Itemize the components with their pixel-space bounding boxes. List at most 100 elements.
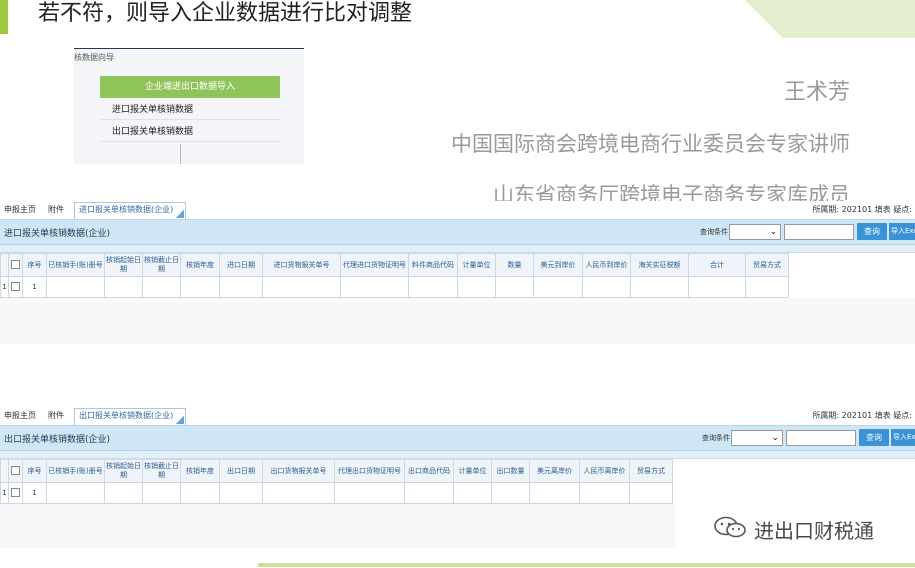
col-header: 序号	[22, 253, 47, 277]
table-cell[interactable]	[457, 276, 496, 298]
wizard-title: 核数据向导	[74, 53, 114, 62]
query-input[interactable]	[784, 224, 854, 240]
col-header: 核销截止日期	[142, 253, 181, 277]
row-checkbox[interactable]	[8, 276, 23, 298]
col-header: 序号	[22, 459, 47, 483]
table-cell[interactable]	[340, 276, 409, 298]
table-cell[interactable]	[219, 482, 263, 504]
col-header: 核销年度	[180, 459, 220, 483]
wizard-top-border	[74, 48, 304, 49]
slide-corner-decoration	[745, 0, 915, 38]
table-cell[interactable]	[533, 276, 583, 298]
table-cell[interactable]	[582, 276, 631, 298]
import-excel-button[interactable]: 导入Excel	[891, 429, 915, 446]
table-cell[interactable]	[262, 276, 341, 298]
tab-label: 进口报关单核销数据(企业)	[79, 205, 174, 214]
wizard-connector-line	[180, 144, 181, 164]
slide-accent-bar	[0, 0, 8, 34]
tab-home[interactable]: 申报主页	[4, 410, 36, 421]
table-row[interactable]: 1 1	[0, 276, 789, 298]
import-tabbar: 申报主页 附件 进口报关单核销数据(企业) 所属期: 202101 填表 疑点:	[0, 201, 915, 220]
subheader-bar	[0, 245, 915, 253]
export-toolbar: 出口报关单核销数据(企业) 查询条件 ⌄ 查询 导入Excel	[0, 426, 915, 451]
query-condition-label: 查询条件	[702, 434, 730, 442]
wizard-item-import-customs[interactable]: 进口报关单核销数据	[100, 100, 280, 120]
cell-seq[interactable]: 1	[22, 276, 47, 298]
table-cell[interactable]	[142, 482, 181, 504]
col-header: 出口日期	[219, 459, 263, 483]
period-label: 所属期: 202101 填表 疑点:	[812, 411, 912, 420]
table-cell[interactable]	[630, 276, 689, 298]
col-header: 核销起始日期	[104, 253, 143, 277]
query-button[interactable]: 查询	[857, 223, 887, 240]
col-header: 核销起始日期	[104, 459, 143, 483]
slide-title: 若不符，则导入企业数据进行比对调整	[38, 1, 413, 26]
table-cell[interactable]	[491, 482, 530, 504]
row-checkbox[interactable]	[8, 482, 23, 504]
table-cell[interactable]	[453, 482, 492, 504]
tab-attachment[interactable]: 附件	[48, 204, 64, 215]
table-cell[interactable]	[529, 482, 580, 504]
table-cell[interactable]	[579, 482, 630, 504]
chevron-down-icon: ⌄	[769, 227, 777, 237]
presenter-role-2: 山东省商务厅跨境电子商务专家库成员	[493, 183, 850, 201]
wizard-item-export-customs[interactable]: 出口报关单核销数据	[100, 122, 280, 142]
chevron-down-icon: ⌄	[771, 433, 779, 443]
col-header: 核销截止日期	[142, 459, 181, 483]
table-cell[interactable]	[334, 482, 405, 504]
enterprise-import-button[interactable]: 企业端进出口数据导入	[100, 76, 280, 98]
select-all-checkbox[interactable]	[8, 459, 23, 483]
table-cell[interactable]	[745, 276, 789, 298]
cell-seq[interactable]: 1	[22, 482, 47, 504]
tab-home[interactable]: 申报主页	[4, 204, 36, 215]
import-excel-button[interactable]: 导入Excel	[889, 223, 915, 240]
table-cell[interactable]	[104, 276, 143, 298]
table-cell[interactable]	[688, 276, 746, 298]
table-cell[interactable]	[262, 482, 335, 504]
query-condition-select[interactable]: ⌄	[731, 430, 783, 446]
import-grid: 序号 已核销手(账)册号 核销起始日期 核销截止日期 核销年度 进口日期 进口货…	[0, 253, 915, 298]
query-button[interactable]: 查询	[859, 429, 889, 446]
col-header: 代理进口货物证明号	[340, 253, 409, 277]
row-number: 1	[0, 276, 9, 298]
table-cell[interactable]	[46, 482, 105, 504]
col-header: 海关实征税额	[630, 253, 689, 277]
table-cell[interactable]	[629, 482, 673, 504]
col-header: 出口数量	[491, 459, 530, 483]
presenter-role: 中国国际商会跨境电商行业委员会专家讲师	[451, 132, 850, 156]
presenter-name: 王术芳	[783, 80, 850, 105]
tab-import-customs[interactable]: 进口报关单核销数据(企业)	[74, 202, 187, 219]
tab-label: 出口报关单核销数据(企业)	[79, 411, 174, 420]
table-row[interactable]: 1 1	[0, 482, 673, 504]
table-cell[interactable]	[104, 482, 143, 504]
row-number-header	[0, 459, 9, 483]
col-header: 人民币离岸价	[579, 459, 630, 483]
wechat-icon	[714, 516, 746, 538]
query-condition-select[interactable]: ⌄	[729, 224, 781, 240]
col-header: 合计	[688, 253, 746, 277]
select-all-checkbox[interactable]	[8, 253, 23, 277]
col-header: 料件商品代码	[408, 253, 458, 277]
table-cell[interactable]	[46, 276, 105, 298]
table-cell[interactable]	[142, 276, 181, 298]
col-header: 美元离岸价	[529, 459, 580, 483]
tab-export-customs[interactable]: 出口报关单核销数据(企业)	[74, 408, 187, 425]
export-tabbar: 申报主页 附件 出口报关单核销数据(企业) 所属期: 202101 填表 疑点:	[0, 407, 915, 426]
table-cell[interactable]	[408, 276, 458, 298]
tab-attachment[interactable]: 附件	[48, 410, 64, 421]
table-cell[interactable]	[219, 276, 263, 298]
row-number: 1	[0, 482, 9, 504]
query-input[interactable]	[786, 430, 856, 446]
col-header: 贸易方式	[629, 459, 673, 483]
table-cell[interactable]	[180, 276, 220, 298]
table-cell[interactable]	[404, 482, 454, 504]
col-header: 代理出口货物证明号	[334, 459, 405, 483]
table-cell[interactable]	[495, 276, 534, 298]
col-header: 计量单位	[457, 253, 496, 277]
import-table: 序号 已核销手(账)册号 核销起始日期 核销截止日期 核销年度 进口日期 进口货…	[0, 253, 789, 298]
table-cell[interactable]	[180, 482, 220, 504]
col-header: 数量	[495, 253, 534, 277]
col-header: 出口货物报关单号	[262, 459, 335, 483]
panel-title: 进口报关单核销数据(企业)	[4, 229, 111, 239]
import-panel: 申报主页 附件 进口报关单核销数据(企业) 所属期: 202101 填表 疑点:…	[0, 201, 915, 344]
